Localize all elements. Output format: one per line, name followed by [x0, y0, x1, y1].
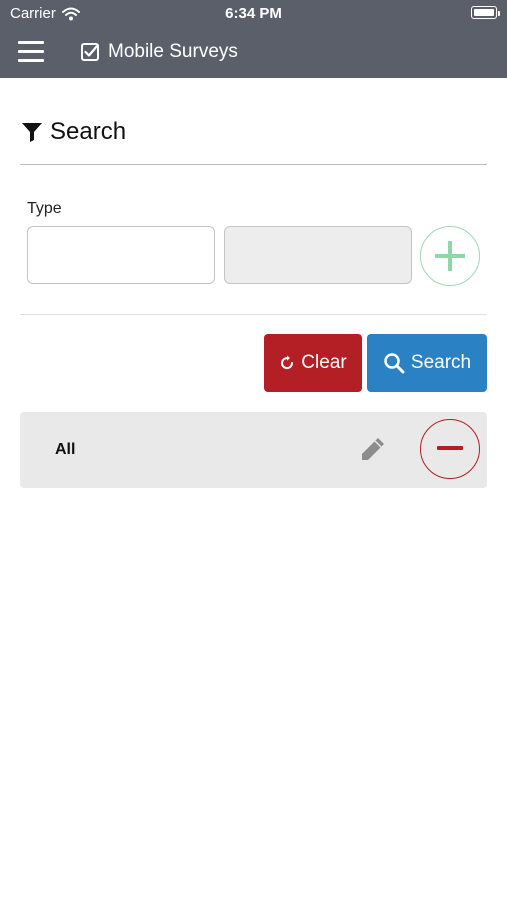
list-item-label: All	[55, 441, 76, 458]
type-value-field[interactable]	[224, 226, 412, 284]
funnel-icon	[22, 123, 42, 142]
clear-label: Clear	[301, 352, 347, 373]
app-title-text: Mobile Surveys	[108, 41, 238, 62]
hamburger-icon[interactable]	[18, 41, 44, 63]
refresh-icon	[281, 355, 294, 370]
checkbox-icon	[81, 43, 99, 61]
status-bar: Carrier 6:34 PM	[0, 0, 507, 28]
magnifier-icon	[384, 353, 405, 374]
search-heading-text: Search	[50, 118, 127, 145]
type-input[interactable]	[27, 226, 215, 284]
divider	[20, 164, 487, 165]
divider	[20, 314, 487, 315]
type-row	[20, 226, 487, 288]
remove-button[interactable]	[420, 419, 480, 479]
add-type-button[interactable]	[420, 226, 480, 286]
search-button[interactable]: Search	[367, 334, 487, 392]
type-label: Type	[27, 200, 62, 217]
list-item[interactable]: All	[20, 412, 487, 488]
search-label: Search	[410, 352, 472, 373]
minus-icon	[437, 446, 463, 450]
main-content: Search Type Clear Search All	[20, 78, 487, 488]
search-heading: Search	[20, 118, 487, 146]
battery-icon	[471, 6, 500, 19]
app-title: Mobile Surveys	[80, 41, 238, 63]
plus-icon	[435, 241, 465, 271]
nav-bar: Mobile Surveys	[0, 28, 507, 78]
status-time: 6:34 PM	[225, 5, 282, 22]
action-row: Clear Search	[20, 334, 487, 392]
clear-button[interactable]: Clear	[264, 334, 362, 392]
pencil-icon[interactable]	[357, 435, 387, 470]
app-header: Carrier 6:34 PM Mobile Surveys	[0, 0, 507, 78]
